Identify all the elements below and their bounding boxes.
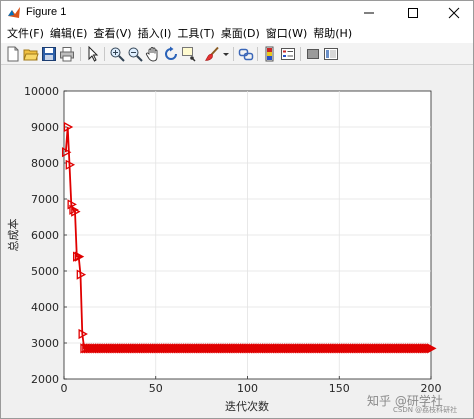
watermark-subtext: CSDN @荔枝科研社: [393, 406, 458, 414]
figure-window: Figure 1 文件(F) 编辑(E) 查看(V) 插入(I) 工具(T) 桌…: [0, 0, 474, 419]
y-tick-label: 5000: [31, 265, 59, 278]
y-tick-label: 10000: [24, 85, 59, 98]
y-axis-label: 总成本: [6, 219, 20, 252]
x-axis-label: 迭代次数: [225, 399, 269, 413]
y-tick-label: 4000: [31, 301, 59, 314]
plot-svg: 0 50 100 150 2002000300040005000600070008000…: [6, 85, 442, 413]
x-tick-label: 150: [329, 382, 350, 395]
y-tick-label: 8000: [31, 157, 59, 170]
y-tick-label: 2000: [31, 373, 59, 386]
y-tick-label: 3000: [31, 337, 59, 350]
y-tick-label: 9000: [31, 121, 59, 134]
x-tick-label: 100: [237, 382, 258, 395]
x-tick-label: 0: [61, 382, 68, 395]
y-tick-label: 6000: [31, 229, 59, 242]
x-tick-label: 50: [149, 382, 163, 395]
y-tick-label: 7000: [31, 193, 59, 206]
